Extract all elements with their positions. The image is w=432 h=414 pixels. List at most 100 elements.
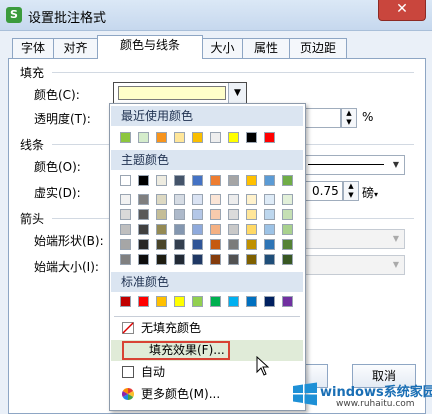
theme-shade-swatch[interactable] xyxy=(192,209,203,220)
theme-color-swatch[interactable] xyxy=(120,175,131,186)
more-colors-menu-item[interactable]: 更多颜色(M)... xyxy=(111,384,303,405)
weight-unit[interactable]: 磅▾ xyxy=(362,184,378,201)
theme-shade-swatch[interactable] xyxy=(246,254,257,265)
theme-shade-swatch[interactable] xyxy=(228,224,239,235)
fill-effects-menu-item[interactable]: 填充效果(F)... xyxy=(111,340,303,361)
theme-shade-swatch[interactable] xyxy=(138,239,149,250)
theme-shade-swatch[interactable] xyxy=(174,224,185,235)
theme-shade-swatch[interactable] xyxy=(228,254,239,265)
close-button[interactable]: ✕ xyxy=(378,0,426,21)
line-color-dropdown[interactable]: ▼ xyxy=(303,155,405,175)
standard-color-swatch[interactable] xyxy=(174,296,185,307)
recent-color-swatch[interactable] xyxy=(120,132,131,143)
tab-colors-and-lines[interactable]: 颜色与线条 xyxy=(97,35,203,59)
theme-shade-swatch[interactable] xyxy=(138,224,149,235)
theme-shade-swatch[interactable] xyxy=(264,194,275,205)
no-fill-menu-item[interactable]: 无填充颜色 xyxy=(111,318,303,339)
theme-color-swatch[interactable] xyxy=(210,175,221,186)
tab-properties[interactable]: 属性 xyxy=(242,38,290,58)
theme-shade-swatch[interactable] xyxy=(228,239,239,250)
theme-shade-swatch[interactable] xyxy=(264,224,275,235)
theme-shade-swatch[interactable] xyxy=(246,224,257,235)
dropdown-arrow-icon[interactable]: ▼ xyxy=(228,83,246,103)
theme-shade-swatch[interactable] xyxy=(192,194,203,205)
theme-shade-swatch[interactable] xyxy=(156,209,167,220)
theme-shade-swatch[interactable] xyxy=(282,224,293,235)
recent-color-swatch[interactable] xyxy=(138,132,149,143)
recent-color-swatch[interactable] xyxy=(156,132,167,143)
theme-shade-swatch[interactable] xyxy=(210,254,221,265)
theme-shade-swatch[interactable] xyxy=(210,224,221,235)
tab-alignment[interactable]: 对齐 xyxy=(53,38,98,58)
standard-color-swatch[interactable] xyxy=(246,296,257,307)
theme-shade-swatch[interactable] xyxy=(228,209,239,220)
theme-shade-swatch[interactable] xyxy=(156,254,167,265)
theme-color-swatch[interactable] xyxy=(174,175,185,186)
theme-shade-swatch[interactable] xyxy=(192,239,203,250)
recent-color-swatch[interactable] xyxy=(210,132,221,143)
theme-shade-swatch[interactable] xyxy=(120,209,131,220)
theme-color-swatch[interactable] xyxy=(282,175,293,186)
theme-color-swatch[interactable] xyxy=(264,175,275,186)
fill-color-dropdown[interactable]: ▼ xyxy=(113,82,247,104)
theme-color-swatch[interactable] xyxy=(138,175,149,186)
theme-shade-swatch[interactable] xyxy=(210,239,221,250)
theme-color-swatch[interactable] xyxy=(156,175,167,186)
standard-color-swatch[interactable] xyxy=(192,296,203,307)
recent-color-swatch[interactable] xyxy=(246,132,257,143)
theme-shade-swatch[interactable] xyxy=(156,239,167,250)
recent-color-swatch[interactable] xyxy=(264,132,275,143)
theme-shade-swatch[interactable] xyxy=(174,254,185,265)
theme-color-swatch[interactable] xyxy=(228,175,239,186)
weight-spinner[interactable]: ▲ ▼ xyxy=(343,181,359,201)
theme-shade-swatch[interactable] xyxy=(138,209,149,220)
standard-color-swatch[interactable] xyxy=(156,296,167,307)
theme-shade-swatch[interactable] xyxy=(264,239,275,250)
theme-color-swatch[interactable] xyxy=(246,175,257,186)
theme-shade-swatch[interactable] xyxy=(246,239,257,250)
theme-shade-swatch[interactable] xyxy=(282,209,293,220)
theme-shade-swatch[interactable] xyxy=(282,239,293,250)
theme-shade-swatch[interactable] xyxy=(156,194,167,205)
theme-shade-swatch[interactable] xyxy=(282,194,293,205)
theme-shade-swatch[interactable] xyxy=(120,239,131,250)
transparency-input[interactable] xyxy=(303,108,341,128)
theme-shade-swatch[interactable] xyxy=(192,224,203,235)
theme-shade-swatch[interactable] xyxy=(120,194,131,205)
theme-shade-swatch[interactable] xyxy=(246,209,257,220)
theme-shade-swatch[interactable] xyxy=(174,194,185,205)
theme-shade-swatch[interactable] xyxy=(174,239,185,250)
recent-color-swatch[interactable] xyxy=(192,132,203,143)
standard-color-swatch[interactable] xyxy=(228,296,239,307)
standard-color-swatch[interactable] xyxy=(264,296,275,307)
tab-margins[interactable]: 页边距 xyxy=(289,38,347,58)
theme-shade-swatch[interactable] xyxy=(120,224,131,235)
theme-shade-swatch[interactable] xyxy=(210,194,221,205)
theme-shade-swatch[interactable] xyxy=(138,194,149,205)
standard-color-swatch[interactable] xyxy=(210,296,221,307)
theme-shade-swatch[interactable] xyxy=(210,209,221,220)
tab-font[interactable]: 字体 xyxy=(12,38,54,58)
theme-shade-swatch[interactable] xyxy=(174,209,185,220)
theme-shade-swatch[interactable] xyxy=(120,254,131,265)
start-size-dropdown[interactable]: ▼ xyxy=(303,255,405,275)
theme-shade-swatch[interactable] xyxy=(246,194,257,205)
theme-shade-swatch[interactable] xyxy=(228,194,239,205)
recent-color-swatch[interactable] xyxy=(174,132,185,143)
automatic-menu-item[interactable]: 自动 xyxy=(111,362,303,383)
theme-color-swatch[interactable] xyxy=(192,175,203,186)
tab-size[interactable]: 大小 xyxy=(202,38,243,58)
standard-color-swatch[interactable] xyxy=(120,296,131,307)
theme-shade-swatch[interactable] xyxy=(282,254,293,265)
start-style-dropdown[interactable]: ▼ xyxy=(303,229,405,249)
standard-color-swatch[interactable] xyxy=(138,296,149,307)
standard-color-swatch[interactable] xyxy=(282,296,293,307)
weight-input[interactable]: 0.75 xyxy=(303,181,343,201)
theme-shade-swatch[interactable] xyxy=(156,224,167,235)
recent-color-swatch[interactable] xyxy=(228,132,239,143)
theme-shade-swatch[interactable] xyxy=(264,209,275,220)
theme-shade-swatch[interactable] xyxy=(264,254,275,265)
theme-shade-swatch[interactable] xyxy=(192,254,203,265)
transparency-spinner[interactable]: ▲ ▼ xyxy=(341,108,357,128)
theme-shade-swatch[interactable] xyxy=(138,254,149,265)
